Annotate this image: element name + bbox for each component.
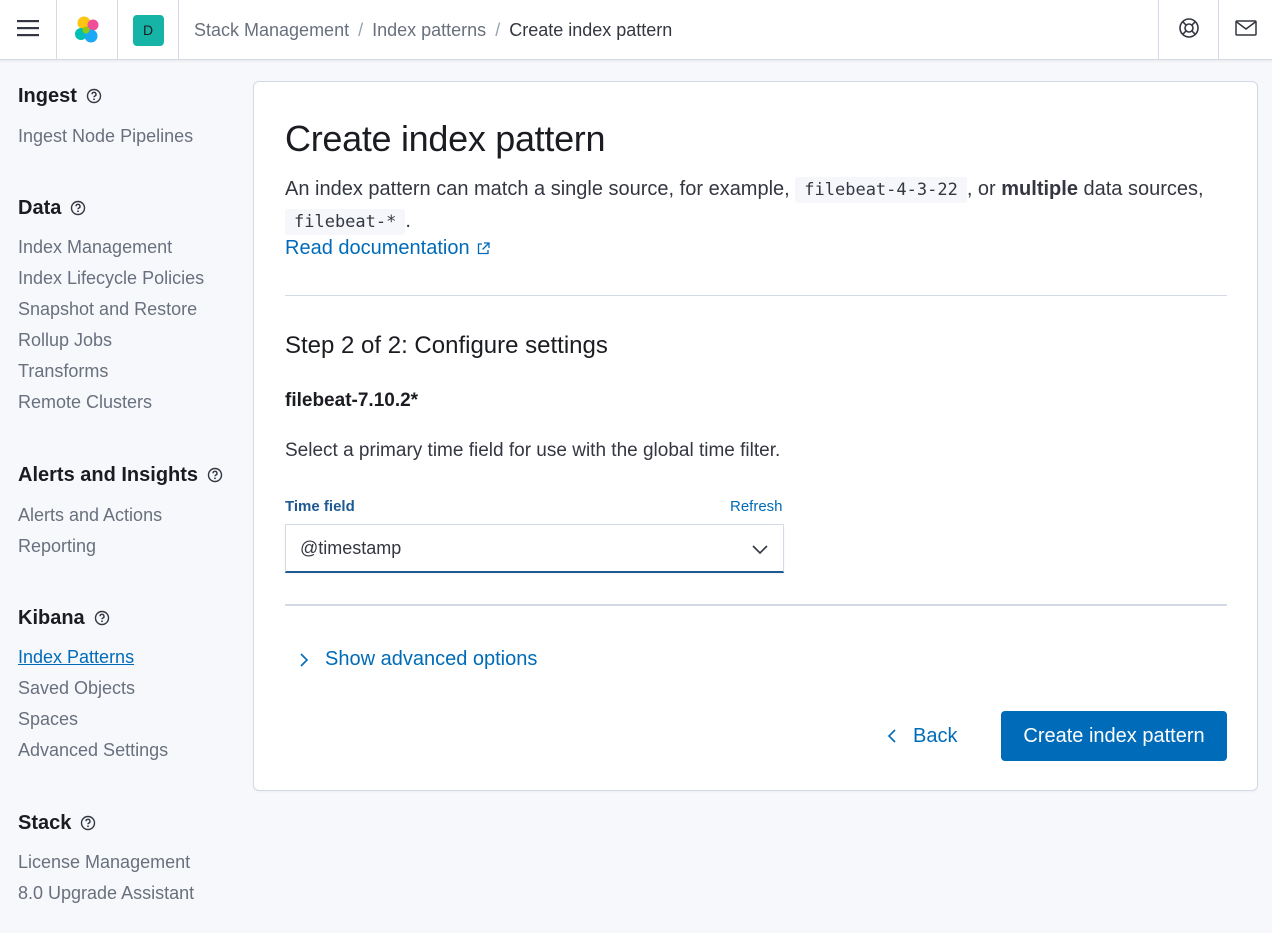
sidebar-group-title: Ingest bbox=[18, 84, 77, 107]
time-field-value: @timestamp bbox=[300, 537, 402, 558]
question-icon[interactable] bbox=[94, 610, 110, 626]
chevron-down-icon bbox=[751, 540, 769, 558]
elastic-logo[interactable] bbox=[57, 0, 118, 60]
sidebar-item-snapshot-and-restore[interactable]: Snapshot and Restore bbox=[18, 294, 204, 325]
sidebar-group-stack: Stack License Management 8.0 Upgrade Ass… bbox=[18, 807, 194, 909]
top-header: D Stack Management / Index patterns / Cr… bbox=[0, 0, 1272, 60]
create-index-pattern-button[interactable]: Create index pattern bbox=[1001, 711, 1227, 761]
breadcrumb-separator: / bbox=[495, 19, 501, 40]
description-text: . bbox=[405, 210, 411, 232]
description-text: , or bbox=[966, 178, 1002, 200]
create-index-pattern-panel: Create index pattern An index pattern ca… bbox=[253, 81, 1258, 791]
divider bbox=[285, 604, 1227, 606]
sidebar-group-title: Data bbox=[18, 196, 62, 219]
breadcrumb-separator: / bbox=[358, 19, 364, 40]
sidebar-group-alerts-insights: Alerts and Insights Alerts and Actions R… bbox=[18, 459, 223, 562]
sidebar-group-ingest: Ingest Ingest Node Pipelines bbox=[18, 80, 193, 152]
sidebar-group-title: Kibana bbox=[18, 606, 85, 629]
sidebar-group-kibana: Kibana Index Patterns Saved Objects Spac… bbox=[18, 602, 168, 766]
divider bbox=[285, 295, 1227, 296]
question-icon[interactable] bbox=[80, 815, 96, 831]
sidebar-item-upgrade-assistant[interactable]: 8.0 Upgrade Assistant bbox=[18, 878, 194, 909]
sidebar-item-license-management[interactable]: License Management bbox=[18, 847, 194, 878]
sidebar-item-remote-clusters[interactable]: Remote Clusters bbox=[18, 387, 204, 418]
breadcrumb-index-patterns[interactable]: Index patterns bbox=[372, 20, 486, 41]
chevron-left-icon bbox=[887, 728, 899, 744]
chevron-right-icon bbox=[298, 652, 310, 668]
sidebar-item-transforms[interactable]: Transforms bbox=[18, 356, 204, 387]
sidebar-group-title: Stack bbox=[18, 811, 72, 834]
time-field-select[interactable]: @timestamp bbox=[285, 524, 784, 573]
external-link-icon bbox=[477, 242, 490, 255]
sidebar-item-advanced-settings[interactable]: Advanced Settings bbox=[18, 735, 168, 766]
mail-icon bbox=[1234, 19, 1257, 41]
menu-button[interactable] bbox=[0, 0, 57, 60]
space-avatar: D bbox=[132, 14, 164, 46]
sidebar-item-reporting[interactable]: Reporting bbox=[18, 531, 223, 562]
index-pattern-name: filebeat-7.10.2* bbox=[285, 390, 419, 411]
newsfeed-button[interactable] bbox=[1218, 0, 1272, 60]
sidebar-item-alerts-and-actions[interactable]: Alerts and Actions bbox=[18, 500, 223, 531]
question-icon[interactable] bbox=[70, 200, 86, 216]
show-advanced-options-label: Show advanced options bbox=[325, 648, 538, 670]
step-title: Step 2 of 2: Configure settings bbox=[285, 332, 608, 359]
refresh-fields-button[interactable]: Refresh bbox=[730, 498, 783, 515]
example-code-single: filebeat-4-3-22 bbox=[795, 177, 967, 203]
sidebar-item-saved-objects[interactable]: Saved Objects bbox=[18, 673, 168, 704]
description-text: An index pattern can match a single sour… bbox=[285, 178, 796, 200]
show-advanced-options-button[interactable]: Show advanced options bbox=[298, 648, 537, 671]
sidebar-item-spaces[interactable]: Spaces bbox=[18, 704, 168, 735]
page-title: Create index pattern bbox=[285, 118, 606, 159]
breadcrumb-stack-management[interactable]: Stack Management bbox=[194, 20, 349, 41]
question-icon[interactable] bbox=[86, 88, 102, 104]
read-documentation-link[interactable]: Read documentation bbox=[285, 237, 490, 260]
back-button[interactable]: Back bbox=[887, 711, 965, 761]
sidebar-item-ingest-node-pipelines[interactable]: Ingest Node Pipelines bbox=[18, 121, 193, 152]
read-documentation-label: Read documentation bbox=[285, 237, 470, 259]
space-selector[interactable]: D bbox=[118, 0, 179, 60]
sidebar-group-data: Data Index Management Index Lifecycle Po… bbox=[18, 192, 204, 418]
page-description: An index pattern can match a single sour… bbox=[285, 174, 1205, 238]
breadcrumb-current: Create index pattern bbox=[509, 19, 673, 40]
back-label: Back bbox=[913, 724, 958, 747]
description-bold: multiple bbox=[1001, 178, 1078, 200]
sidebar-item-rollup-jobs[interactable]: Rollup Jobs bbox=[18, 325, 204, 356]
time-field-description: Select a primary time field for use with… bbox=[285, 440, 781, 461]
help-menu-button[interactable] bbox=[1158, 0, 1218, 60]
lifebuoy-icon bbox=[1178, 17, 1200, 44]
sidebar-item-index-management[interactable]: Index Management bbox=[18, 232, 204, 263]
example-code-multiple: filebeat-* bbox=[285, 209, 406, 235]
sidebar-group-title: Alerts and Insights bbox=[18, 463, 199, 486]
time-field-label: Time field bbox=[285, 498, 355, 515]
hamburger-icon bbox=[17, 19, 39, 42]
question-icon[interactable] bbox=[207, 467, 223, 483]
sidebar-item-index-patterns[interactable]: Index Patterns bbox=[18, 642, 168, 673]
description-text: data sources, bbox=[1077, 178, 1204, 200]
sidebar-item-index-lifecycle-policies[interactable]: Index Lifecycle Policies bbox=[18, 263, 204, 294]
breadcrumb: Stack Management / Index patterns / Crea… bbox=[194, 0, 672, 60]
